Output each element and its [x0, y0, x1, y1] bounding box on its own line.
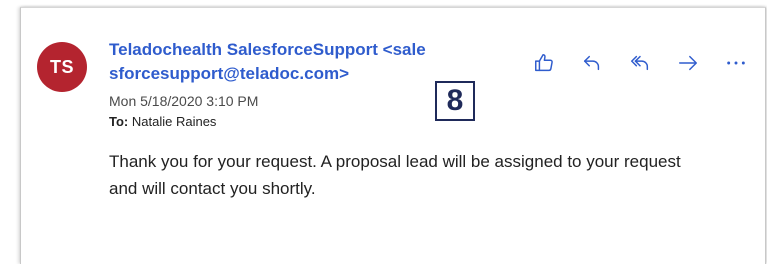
- message-action-bar: [531, 50, 749, 76]
- sender-avatar: TS: [37, 42, 87, 92]
- reply-all-icon: [631, 55, 649, 71]
- more-actions-button[interactable]: [723, 50, 749, 76]
- forward-button[interactable]: [675, 50, 701, 76]
- like-button[interactable]: [531, 50, 557, 76]
- message-date: Mon 5/18/2020 3:10 PM: [109, 93, 259, 109]
- forward-icon: [679, 55, 697, 71]
- avatar-initials: TS: [49, 56, 74, 77]
- sender-line-1: Teladochealth SalesforceSupport <sale: [109, 40, 426, 59]
- to-label: To:: [109, 114, 129, 129]
- sender-line-2: sforcesupport@teladoc.com>: [109, 64, 349, 83]
- screenshot-frame: TS Teladochealth SalesforceSupport <sale…: [0, 0, 767, 264]
- reply-all-button[interactable]: [627, 50, 653, 76]
- recipient-line: To: Natalie Raines: [109, 114, 216, 129]
- step-number-badge: 8: [435, 81, 475, 121]
- more-icon: [727, 61, 745, 65]
- recipient-name[interactable]: Natalie Raines: [132, 114, 217, 129]
- sender-name[interactable]: Teladochealth SalesforceSupport <sale sf…: [109, 38, 469, 86]
- reply-button[interactable]: [579, 50, 605, 76]
- email-message-card: TS Teladochealth SalesforceSupport <sale…: [20, 7, 766, 264]
- thumbs-up-icon: [535, 54, 553, 72]
- reply-icon: [583, 55, 600, 71]
- message-body: Thank you for your request. A proposal l…: [109, 152, 681, 198]
- step-number: 8: [446, 84, 464, 117]
